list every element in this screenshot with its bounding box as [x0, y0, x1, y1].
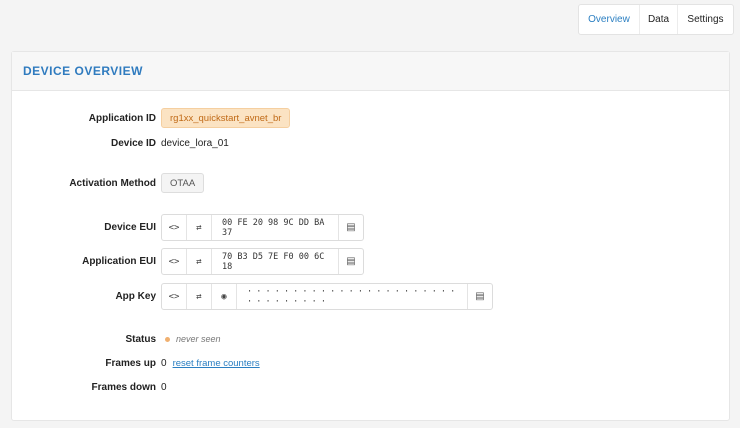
device-eui-label: Device EUI: [104, 222, 156, 233]
device-id-row: Device ID device_lora_01: [12, 133, 731, 153]
status-dot-icon: [165, 336, 170, 342]
card-header: DEVICE OVERVIEW: [12, 52, 729, 91]
activation-method-badge: OTAA: [161, 173, 205, 193]
device-overview-card: DEVICE OVERVIEW Application ID rg1xx_qui…: [11, 51, 730, 421]
application-eui-value-wrap: <> ⇄ 70 B3 D5 7E F0 00 6C 18 ▤: [161, 248, 364, 275]
device-eui-box: <> ⇄ 00 FE 20 98 9C DD BA 37 ▤: [161, 214, 364, 241]
byte-order-toggle-icon[interactable]: ⇄: [187, 215, 212, 240]
tab-data[interactable]: Data: [639, 5, 677, 34]
application-id-badge[interactable]: rg1xx_quickstart_avnet_br: [161, 108, 291, 128]
frames-up-label: Frames up: [105, 357, 156, 369]
frames-up-value-wrap: 0 reset frame counters: [161, 358, 260, 369]
code-format-icon[interactable]: <>: [162, 249, 187, 274]
app-key-box: <> ⇄ ◉ · · · · · · · · · · · · · · · · ·…: [161, 283, 493, 310]
device-eui-value: 00 FE 20 98 9C DD BA 37: [212, 215, 339, 240]
reset-frame-counters-link[interactable]: reset frame counters: [173, 358, 260, 369]
byte-order-toggle-icon[interactable]: ⇄: [187, 249, 212, 274]
device-eui-value-wrap: <> ⇄ 00 FE 20 98 9C DD BA 37 ▤: [161, 214, 364, 241]
device-eui-row: Device EUI <> ⇄ 00 FE 20 98 9C DD BA 37 …: [12, 214, 731, 241]
tab-settings[interactable]: Settings: [677, 5, 733, 34]
eye-icon[interactable]: ◉: [212, 284, 237, 309]
status-value: never seen: [176, 334, 221, 344]
status-value-wrap: never seen: [165, 334, 221, 344]
app-key-label: App Key: [115, 291, 156, 302]
device-id-value: device_lora_01: [161, 137, 229, 149]
code-format-icon[interactable]: <>: [162, 284, 187, 309]
app-key-value: · · · · · · · · · · · · · · · · · · · · …: [237, 284, 468, 309]
frames-up-value: 0: [161, 357, 167, 369]
application-eui-row: Application EUI <> ⇄ 70 B3 D5 7E F0 00 6…: [12, 248, 731, 275]
activation-method-row: Activation Method OTAA: [12, 172, 731, 194]
application-eui-value: 70 B3 D5 7E F0 00 6C 18: [212, 249, 339, 274]
copy-icon[interactable]: ▤: [339, 249, 363, 274]
tab-bar: Overview Data Settings: [578, 4, 734, 35]
status-row: Status never seen: [12, 331, 731, 347]
application-eui-box: <> ⇄ 70 B3 D5 7E F0 00 6C 18 ▤: [161, 248, 364, 275]
copy-icon[interactable]: ▤: [468, 284, 492, 309]
copy-icon[interactable]: ▤: [339, 215, 363, 240]
app-key-row: App Key <> ⇄ ◉ · · · · · · · · · · · · ·…: [12, 283, 731, 310]
frames-down-value: 0: [161, 381, 167, 393]
frames-down-row: Frames down 0: [12, 379, 731, 395]
tab-overview[interactable]: Overview: [579, 5, 639, 34]
frames-down-label: Frames down: [91, 381, 156, 393]
application-eui-label: Application EUI: [82, 256, 156, 267]
status-label: Status: [125, 333, 156, 345]
application-id-row: Application ID rg1xx_quickstart_avnet_br: [12, 108, 731, 128]
application-id-label: Application ID: [88, 112, 156, 124]
activation-method-value-wrap: OTAA: [161, 173, 205, 193]
frames-up-row: Frames up 0 reset frame counters: [12, 355, 731, 371]
activation-method-label: Activation Method: [69, 177, 156, 189]
byte-order-toggle-icon[interactable]: ⇄: [187, 284, 212, 309]
application-id-value-wrap: rg1xx_quickstart_avnet_br: [161, 108, 291, 128]
card-title: DEVICE OVERVIEW: [23, 64, 143, 78]
code-format-icon[interactable]: <>: [162, 215, 187, 240]
device-id-label: Device ID: [110, 137, 156, 149]
app-key-value-wrap: <> ⇄ ◉ · · · · · · · · · · · · · · · · ·…: [161, 283, 493, 310]
